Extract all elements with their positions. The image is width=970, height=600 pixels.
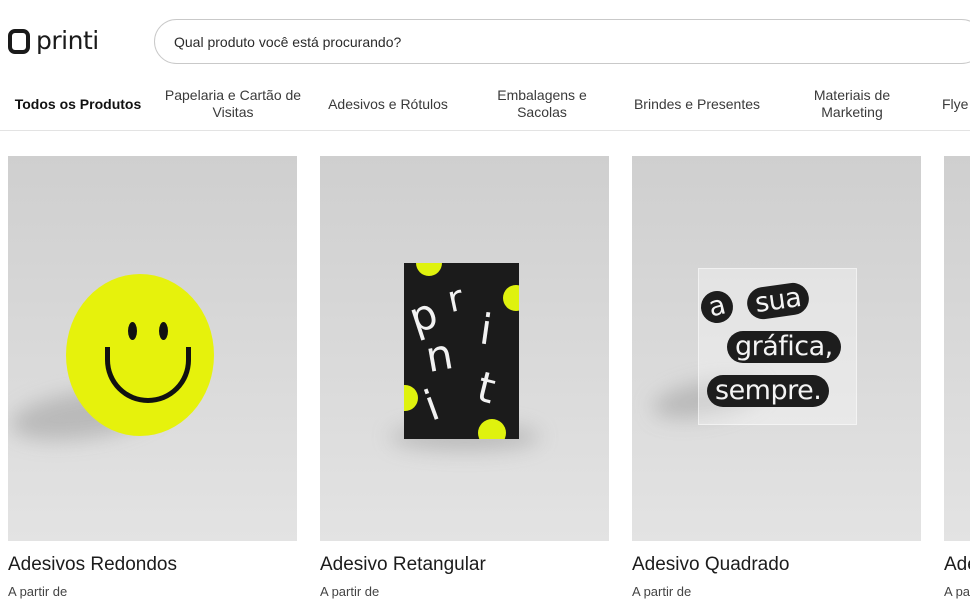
nav-item-label: Embalagens e Sacolas — [497, 87, 587, 120]
nav-item-todos[interactable]: Todos os Produtos — [8, 84, 148, 124]
nav-item-brindes[interactable]: Brindes e Presentes — [624, 84, 770, 124]
nav-item-flyers[interactable]: Flye — [942, 84, 970, 124]
smiley-eye-right — [159, 322, 168, 340]
printi-logo[interactable]: printi — [8, 26, 99, 56]
product-card[interactable]: Ade A pa — [944, 156, 970, 600]
nav-item-label: Brindes e Presentes — [633, 95, 761, 112]
sticker-dot — [404, 385, 418, 411]
nav-item-papelaria[interactable]: Papelaria e Cartão de Visitas — [160, 84, 306, 124]
product-card[interactable]: p r i n t i Adesivo Retangular A partir … — [320, 156, 609, 599]
sticker-letter: r — [443, 277, 467, 322]
square-sticker-icon: a sua gráfica, sempre. — [697, 268, 857, 425]
smiley-eye-left — [128, 322, 137, 340]
nav-item-label: Flye — [942, 95, 969, 112]
sticker-word: sua — [745, 280, 812, 322]
search-placeholder: Qual produto você está procurando? — [174, 33, 402, 50]
sticker-letter: i — [417, 380, 446, 431]
header: printi Qual produto você está procurando… — [0, 0, 970, 84]
sticker-dot — [416, 263, 442, 276]
product-title[interactable]: Adesivos Redondos — [8, 554, 177, 576]
nav-item-label: Papelaria e Cartão de Visitas — [164, 87, 302, 120]
rect-sticker-icon: p r i n t i — [404, 263, 519, 439]
nav-item-label: Todos os Produtos — [14, 95, 142, 112]
logo-text: printi — [36, 26, 99, 55]
search-input[interactable]: Qual produto você está procurando? — [154, 19, 970, 64]
nav-item-adesivos[interactable]: Adesivos e Rótulos — [318, 84, 458, 124]
product-title[interactable]: Adesivo Quadrado — [632, 554, 789, 576]
product-price-label: A partir de — [8, 584, 68, 599]
category-nav: Todos os Produtos Papelaria e Cartão de … — [0, 84, 970, 131]
sticker-word: a — [697, 287, 737, 327]
nav-item-label: Adesivos e Rótulos — [328, 95, 448, 112]
product-price-label: A partir de — [632, 584, 692, 599]
product-card[interactable]: a sua gráfica, sempre. Adesivo Quadrado … — [632, 156, 921, 599]
sticker-letter: i — [476, 304, 496, 355]
product-image: p r i n t i — [320, 156, 609, 541]
product-image — [944, 156, 970, 541]
sticker-letter: t — [472, 361, 501, 414]
sticker-word: gráfica, — [727, 331, 841, 363]
logo-mark-icon — [8, 28, 30, 54]
product-image — [8, 156, 297, 541]
product-price-label: A partir de — [320, 584, 380, 599]
sticker-dot — [478, 419, 506, 439]
smiley-sticker-icon — [66, 274, 214, 436]
sticker-letter: n — [421, 329, 457, 382]
smiley-mouth — [105, 347, 191, 403]
product-price-label: A pa — [944, 584, 970, 599]
sticker-word: sempre. — [707, 375, 830, 407]
nav-item-marketing[interactable]: Materiais de Marketing — [800, 84, 904, 124]
product-title[interactable]: Adesivo Retangular — [320, 554, 486, 576]
product-image: a sua gráfica, sempre. — [632, 156, 921, 541]
product-title[interactable]: Ade — [944, 554, 970, 576]
sticker-dot — [503, 285, 519, 311]
nav-item-embalagens[interactable]: Embalagens e Sacolas — [490, 84, 594, 124]
product-card[interactable]: Adesivos Redondos A partir de — [8, 156, 297, 599]
nav-item-label: Materiais de Marketing — [813, 87, 891, 120]
